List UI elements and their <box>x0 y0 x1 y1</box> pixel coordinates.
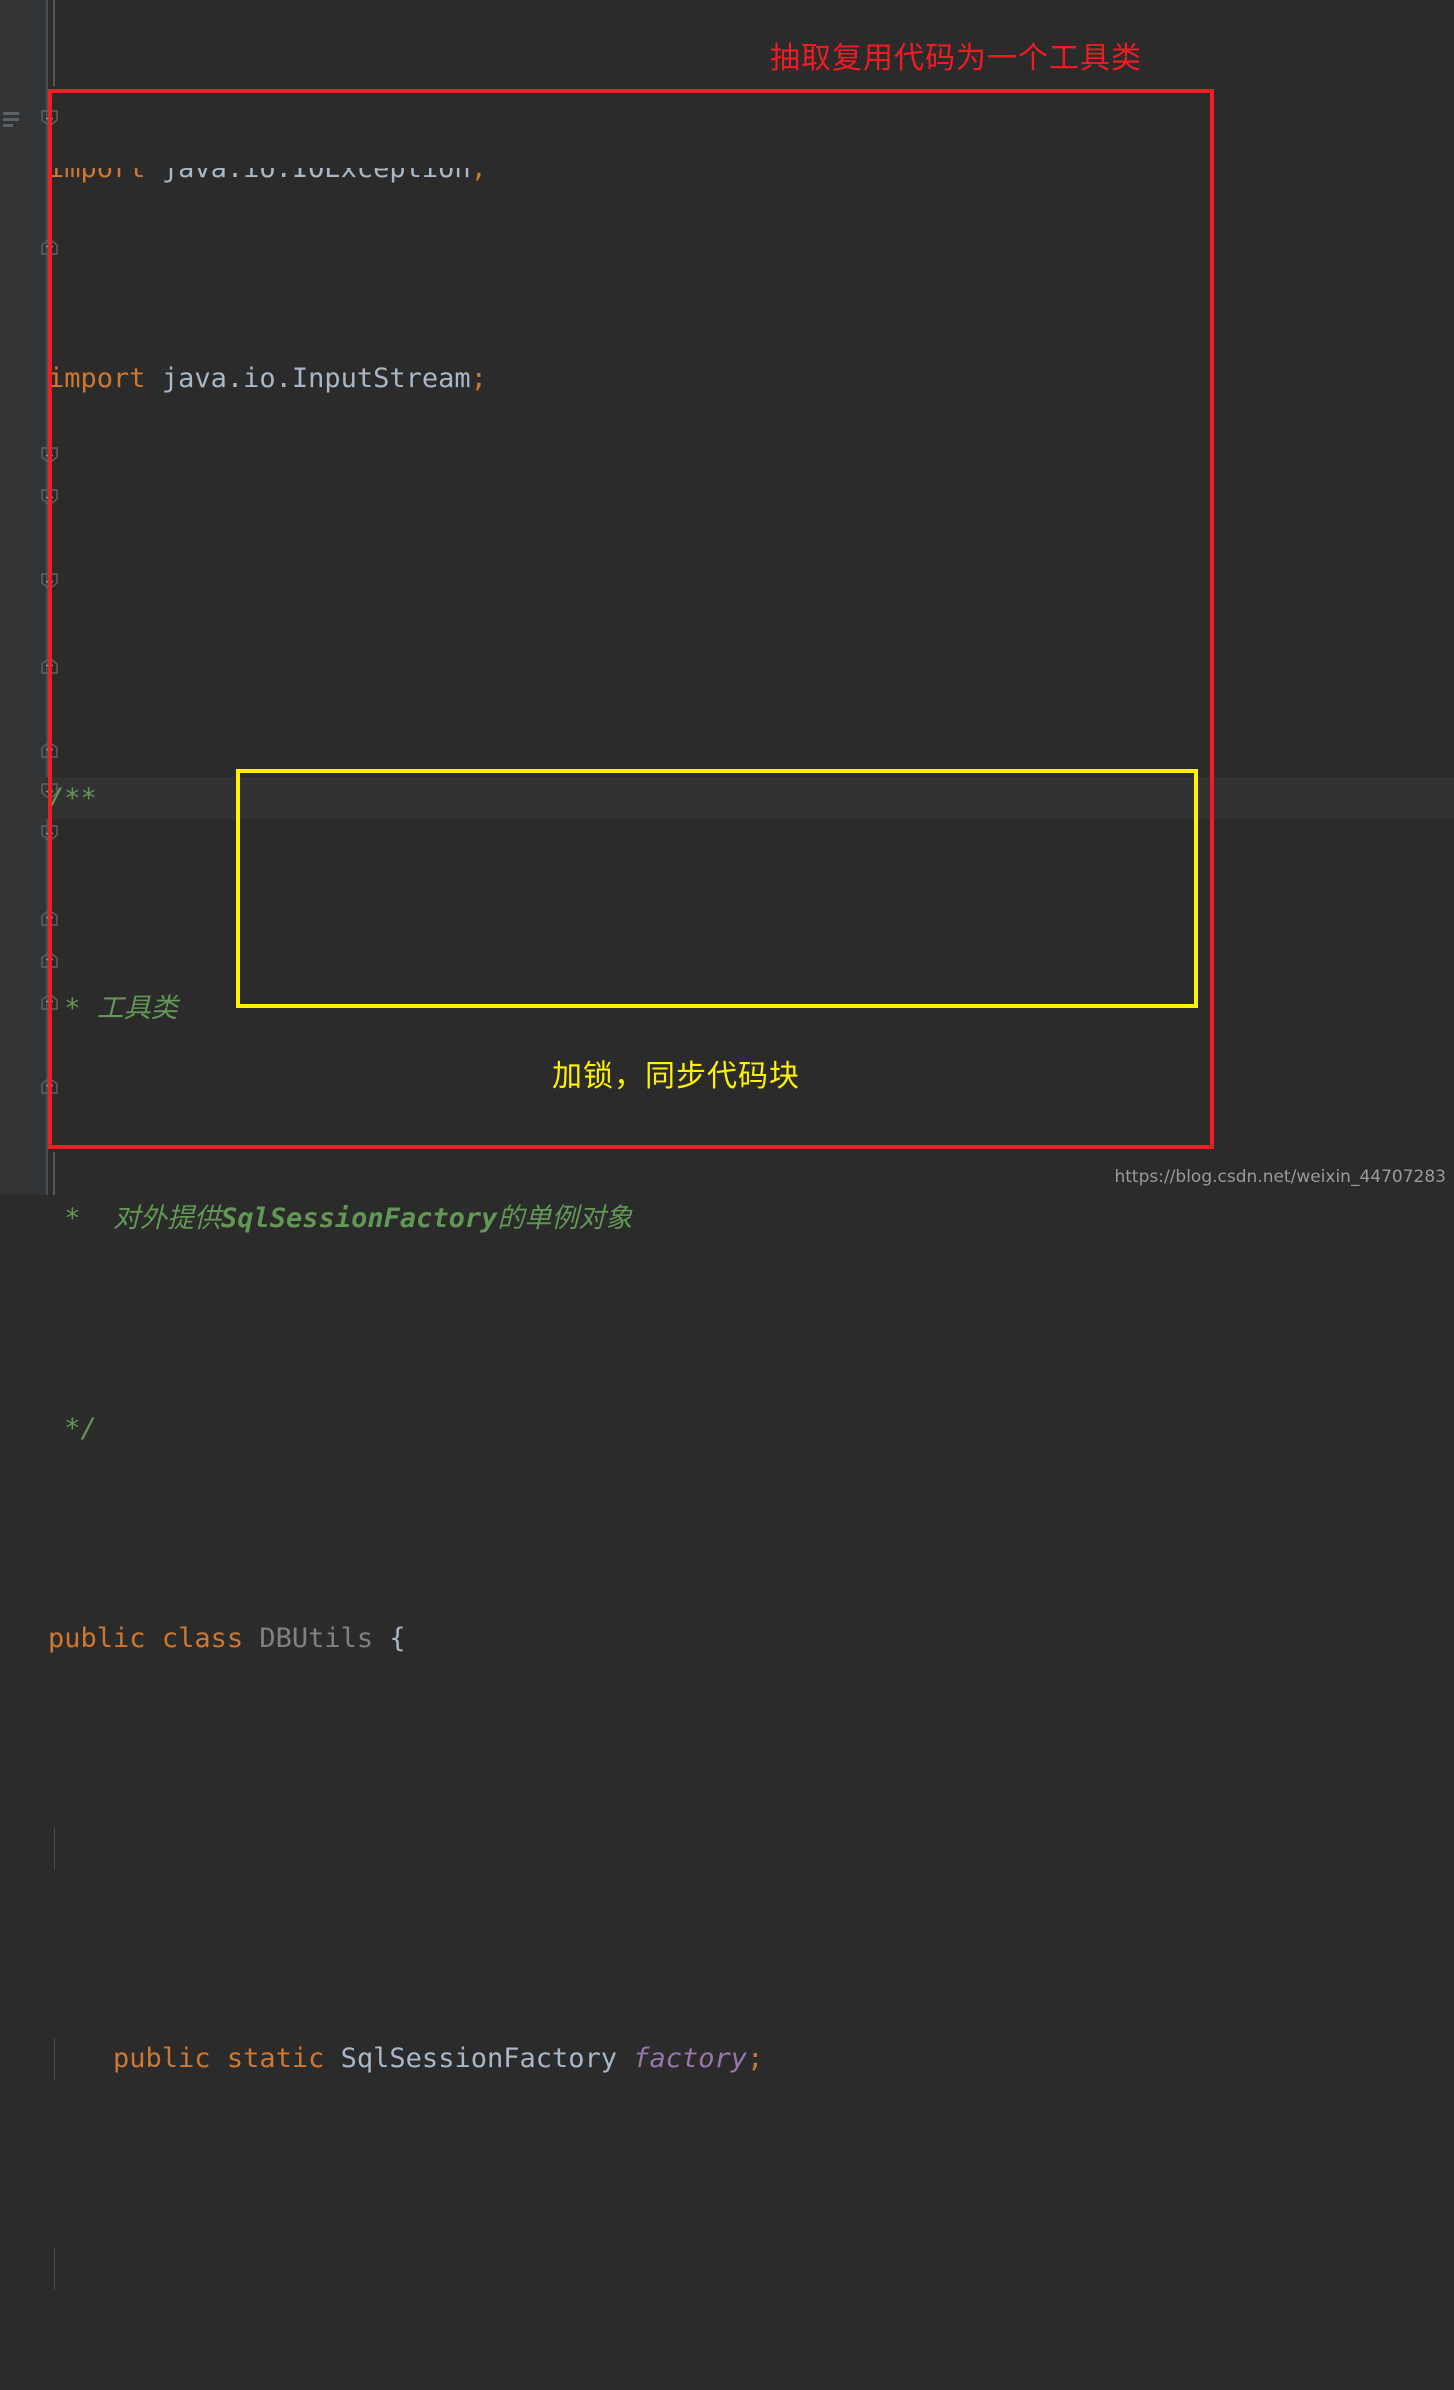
stacked-line-3 <box>3 124 13 127</box>
code-line: public class DBUtils { <box>48 1623 406 1654</box>
code-line: * 对外提供SqlSessionFactory的单例对象 <box>48 1203 633 1234</box>
code-line: public static SqlSessionFactory factory; <box>48 2038 1454 2080</box>
code-text[interactable]: import java.io.IOException; import java.… <box>48 0 1454 2390</box>
stacked-lines-icon[interactable] <box>3 112 21 128</box>
code-line <box>48 2248 1454 2290</box>
stacked-line-1 <box>3 112 19 115</box>
code-line <box>48 1828 1454 1870</box>
yellow-annotation-label: 加锁，同步代码块 <box>552 1059 800 1094</box>
watermark-url: https://blog.csdn.net/weixin_44707283 <box>1114 1167 1446 1187</box>
code-line: /** <box>48 783 97 814</box>
editor-gutter[interactable] <box>0 0 46 1195</box>
code-line: * 工具类 <box>48 993 178 1024</box>
code-line: */ <box>48 1413 97 1444</box>
code-line: import java.io.IOException; <box>48 168 487 184</box>
stacked-line-2 <box>3 118 19 121</box>
code-editor[interactable]: import java.io.IOException; import java.… <box>0 0 1454 2290</box>
code-line: import java.io.InputStream; <box>48 363 487 394</box>
red-annotation-label: 抽取复用代码为一个工具类 <box>770 41 1142 76</box>
